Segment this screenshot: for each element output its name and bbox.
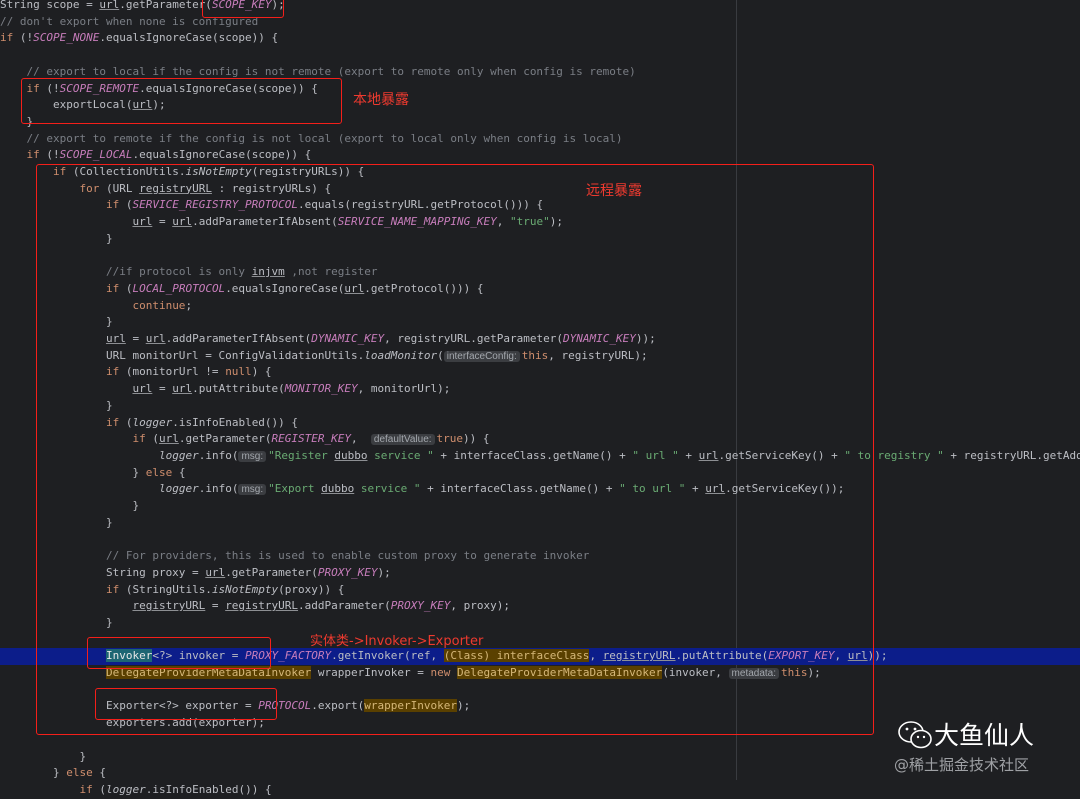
code-token: if bbox=[26, 148, 40, 162]
code-token: else bbox=[66, 766, 93, 780]
code-token: url bbox=[99, 0, 120, 11]
wechat-icon bbox=[898, 721, 932, 749]
scope-key-highlight-box bbox=[202, 0, 284, 18]
code-token: // export to local if the config is not … bbox=[26, 64, 636, 78]
code-line[interactable]: // export to remote if the config is not… bbox=[0, 131, 1080, 148]
exporter-box bbox=[95, 688, 277, 720]
code-token: (! bbox=[39, 148, 60, 162]
code-line[interactable]: if (!SCOPE_NONE.equalsIgnoreCase(scope))… bbox=[0, 30, 1080, 47]
watermark: 大鱼仙人 @稀土掘金技术社区 bbox=[894, 714, 1074, 780]
code-token: } bbox=[0, 749, 87, 763]
code-token: ( bbox=[92, 782, 106, 796]
code-token: // export to remote if the config is not… bbox=[26, 131, 623, 145]
local-export-box bbox=[21, 78, 342, 124]
code-token: .equalsIgnoreCase(scope)) { bbox=[132, 148, 312, 162]
code-token: } bbox=[0, 766, 67, 780]
code-token: logger bbox=[105, 782, 146, 796]
code-line[interactable]: if (!SCOPE_LOCAL.equalsIgnoreCase(scope)… bbox=[0, 147, 1080, 164]
invoker-box bbox=[87, 637, 271, 669]
remote-export-label: 远程暴露 bbox=[586, 183, 642, 199]
code-token: SCOPE_LOCAL bbox=[59, 148, 133, 162]
code-token: if bbox=[79, 782, 93, 796]
code-token: { bbox=[92, 766, 106, 780]
code-line[interactable]: // don't export when none is configured bbox=[0, 14, 1080, 31]
code-line[interactable]: String scope = url.getParameter(SCOPE_KE… bbox=[0, 0, 1080, 14]
local-export-label: 本地暴露 bbox=[353, 92, 409, 108]
code-token: + registryURL.getAddr bbox=[943, 448, 1080, 462]
code-line[interactable] bbox=[0, 47, 1080, 64]
code-token: (! bbox=[13, 31, 34, 45]
watermark-author: 大鱼仙人 bbox=[934, 721, 1035, 750]
code-token: .isInfoEnabled()) { bbox=[145, 782, 272, 796]
code-token: if bbox=[0, 31, 14, 45]
code-line[interactable]: if (logger.isInfoEnabled()) { bbox=[0, 782, 1080, 799]
code-token: .getParameter( bbox=[119, 0, 212, 11]
invoker-chain-label: 实体类->Invoker->Exporter bbox=[310, 634, 484, 649]
code-token: String scope = bbox=[0, 0, 100, 11]
code-token: SCOPE_NONE bbox=[33, 31, 100, 45]
watermark-source: @稀土掘金技术社区 bbox=[894, 756, 1030, 774]
code-token: .equalsIgnoreCase(scope)) { bbox=[99, 31, 279, 45]
